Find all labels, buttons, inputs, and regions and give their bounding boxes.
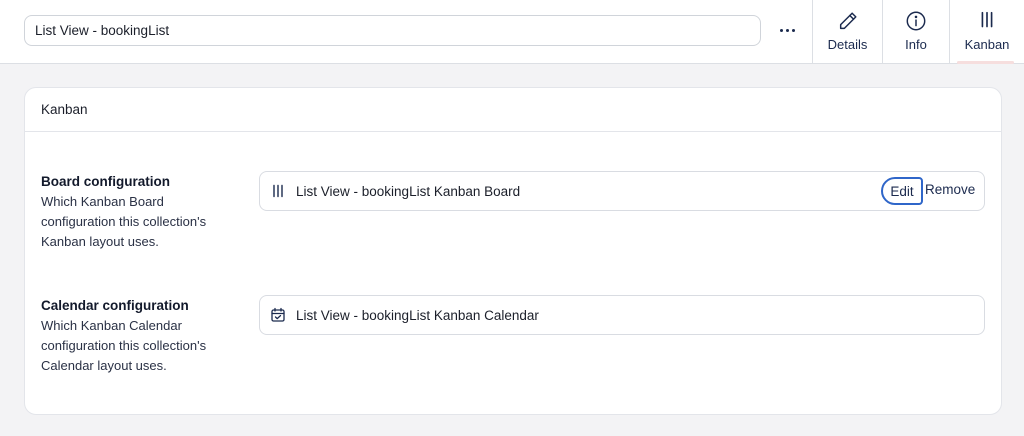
tab-kanban-label: Kanban bbox=[964, 37, 1010, 52]
top-bar: Details Info Kanban bbox=[0, 0, 1024, 64]
calendar-configuration-value: List View - bookingList Kanban Calendar bbox=[296, 307, 539, 323]
tab-kanban[interactable]: Kanban bbox=[949, 0, 1024, 64]
tab-info[interactable]: Info bbox=[882, 0, 949, 64]
calendar-icon bbox=[270, 307, 286, 323]
calendar-configuration-description: Which Kanban Calendar configuration this… bbox=[41, 318, 207, 373]
remove-button[interactable]: Remove bbox=[925, 182, 975, 197]
ellipsis-icon bbox=[779, 28, 783, 32]
tab-details-label: Details bbox=[827, 37, 868, 52]
card-title: Kanban bbox=[25, 88, 1001, 132]
more-options-button[interactable] bbox=[770, 14, 804, 46]
kanban-columns-icon bbox=[981, 11, 993, 28]
info-icon bbox=[906, 11, 926, 31]
calendar-configuration-section: Calendar configuration Which Kanban Cale… bbox=[41, 296, 231, 376]
calendar-configuration-title: Calendar configuration bbox=[41, 298, 189, 313]
calendar-configuration-field[interactable]: List View - bookingList Kanban Calendar bbox=[259, 295, 985, 335]
view-name-input[interactable] bbox=[24, 15, 761, 46]
kanban-settings-card: Kanban Board configuration Which Kanban … bbox=[24, 87, 1002, 415]
edit-button[interactable]: Edit bbox=[881, 177, 923, 205]
tab-details[interactable]: Details bbox=[812, 0, 882, 64]
board-configuration-field[interactable]: List View - bookingList Kanban Board Edi… bbox=[259, 171, 985, 211]
pencil-icon bbox=[839, 12, 857, 30]
board-configuration-title: Board configuration bbox=[41, 174, 170, 189]
board-configuration-value: List View - bookingList Kanban Board bbox=[296, 183, 521, 199]
board-configuration-section: Board configuration Which Kanban Board c… bbox=[41, 172, 231, 252]
kanban-columns-icon bbox=[270, 183, 286, 199]
active-tab-indicator bbox=[957, 61, 1014, 64]
tab-info-label: Info bbox=[905, 37, 927, 52]
board-configuration-description: Which Kanban Board configuration this co… bbox=[41, 194, 207, 249]
